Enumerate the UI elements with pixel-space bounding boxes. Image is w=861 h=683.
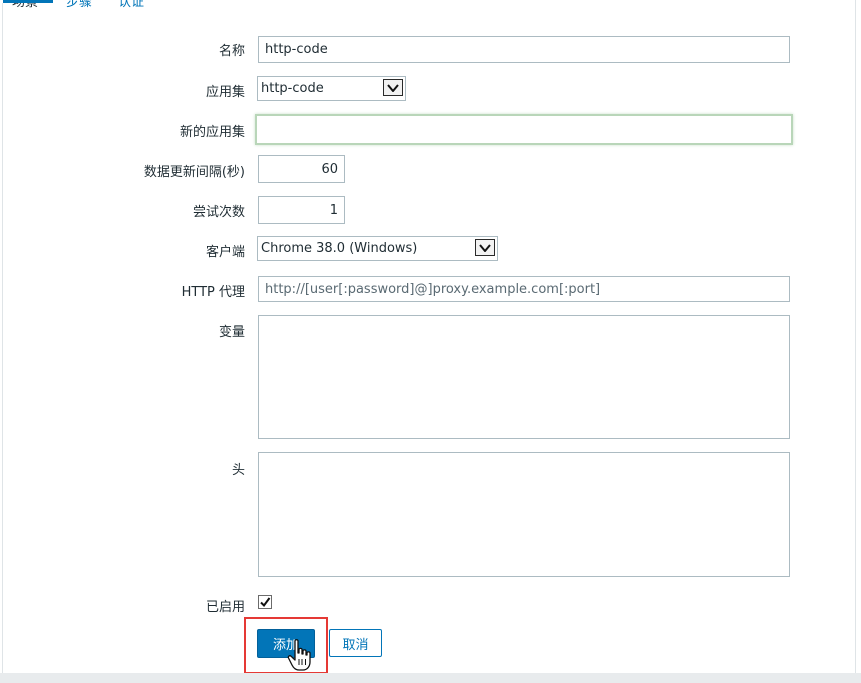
chevron-down-icon[interactable] xyxy=(383,79,403,96)
application-label: 应用集 xyxy=(205,85,245,100)
attempts-value: 1 xyxy=(329,202,338,218)
tab-bar: 场景 步骤 认证 xyxy=(0,0,861,10)
checkmark-icon xyxy=(260,597,271,608)
attempts-label: 尝试次数 xyxy=(192,205,245,220)
active-tab-indicator xyxy=(3,0,53,3)
tab-steps[interactable]: 步骤 xyxy=(66,0,92,10)
variables-textarea[interactable] xyxy=(258,315,790,439)
variables-label: 变量 xyxy=(218,325,245,340)
name-input[interactable]: http-code xyxy=(258,36,790,63)
frame-border-right xyxy=(855,0,856,673)
hand-cursor-icon xyxy=(287,639,311,671)
http-proxy-label: HTTP 代理 xyxy=(181,285,245,300)
name-input-value: http-code xyxy=(265,42,328,57)
headers-textarea[interactable] xyxy=(258,452,790,577)
frame-border-left xyxy=(2,3,3,673)
agent-select[interactable]: Chrome 38.0 (Windows) xyxy=(257,236,498,261)
headers-label: 头 xyxy=(231,463,245,478)
update-interval-label: 数据更新间隔(秒) xyxy=(143,165,245,180)
application-select-value: http-code xyxy=(261,81,324,96)
cancel-button[interactable]: 取消 xyxy=(329,629,382,657)
attempts-input[interactable]: 1 xyxy=(258,196,345,224)
add-button-highlight-box xyxy=(244,617,328,674)
bottom-bar xyxy=(0,673,861,683)
update-interval-value: 60 xyxy=(321,161,338,177)
new-application-input[interactable] xyxy=(255,114,793,145)
enabled-checkbox[interactable] xyxy=(258,595,272,609)
new-application-label: 新的应用集 xyxy=(179,125,245,140)
name-label: 名称 xyxy=(218,44,245,59)
application-select[interactable]: http-code xyxy=(257,76,406,101)
agent-select-value: Chrome 38.0 (Windows) xyxy=(261,241,418,256)
agent-label: 客户端 xyxy=(205,245,245,260)
tab-authentication[interactable]: 认证 xyxy=(118,0,144,10)
enabled-label: 已启用 xyxy=(205,600,245,615)
http-proxy-placeholder: http://[user[:password]@]proxy.example.c… xyxy=(265,281,601,297)
chevron-down-icon[interactable] xyxy=(475,239,495,256)
http-proxy-input[interactable]: http://[user[:password]@]proxy.example.c… xyxy=(258,276,790,302)
update-interval-input[interactable]: 60 xyxy=(258,155,345,183)
